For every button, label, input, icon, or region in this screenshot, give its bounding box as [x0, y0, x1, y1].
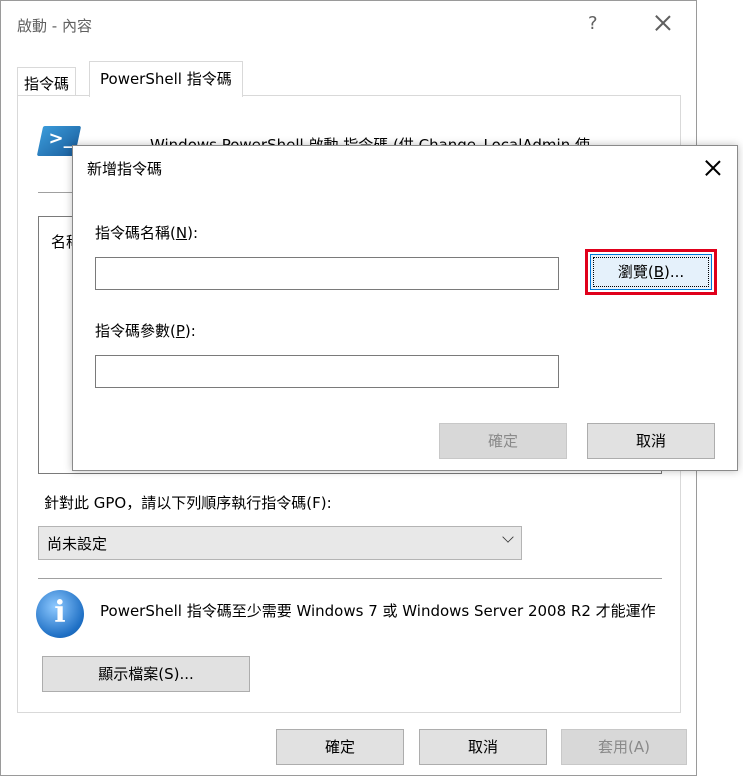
script-params-input[interactable]	[95, 355, 559, 388]
browse-button[interactable]: 瀏覽(B)...	[590, 254, 712, 290]
close-icon[interactable]	[651, 11, 675, 35]
dialog-title: 新增指令碼	[87, 160, 163, 178]
dialog-ok-button[interactable]: 確定	[439, 423, 567, 459]
divider	[38, 578, 662, 579]
apply-button[interactable]: 套用(A)	[561, 729, 687, 765]
chevron-down-icon	[502, 531, 514, 543]
title-bar: 啟動 - 內容 ?	[1, 1, 696, 49]
dialog-cancel-button[interactable]: 取消	[587, 423, 715, 459]
info-text: PowerShell 指令碼至少需要 Windows 7 或 Windows S…	[100, 602, 656, 620]
order-label: 針對此 GPO，請以下列順序執行指令碼(F):	[44, 494, 332, 512]
cancel-button[interactable]: 取消	[419, 729, 547, 765]
script-params-label: 指令碼參數(P):	[95, 322, 196, 340]
help-button[interactable]: ?	[588, 13, 598, 34]
tab-scripts[interactable]: 指令碼	[17, 67, 77, 95]
window-title: 啟動 - 內容	[17, 17, 92, 35]
ok-button[interactable]: 確定	[276, 729, 404, 765]
tab-powershell-scripts[interactable]: PowerShell 指令碼	[89, 61, 243, 97]
close-icon[interactable]	[701, 156, 725, 180]
info-icon: i	[36, 590, 84, 638]
run-order-select[interactable]: 尚未設定	[38, 526, 522, 560]
script-name-input[interactable]	[95, 257, 559, 290]
show-files-button[interactable]: 顯示檔案(S)...	[42, 656, 250, 692]
add-script-dialog: 新增指令碼 指令碼名稱(N): 指令碼參數(P): 瀏覽(B)... 確定 取消	[72, 145, 738, 471]
run-order-select-value: 尚未設定	[47, 535, 108, 553]
script-name-label: 指令碼名稱(N):	[95, 224, 198, 242]
